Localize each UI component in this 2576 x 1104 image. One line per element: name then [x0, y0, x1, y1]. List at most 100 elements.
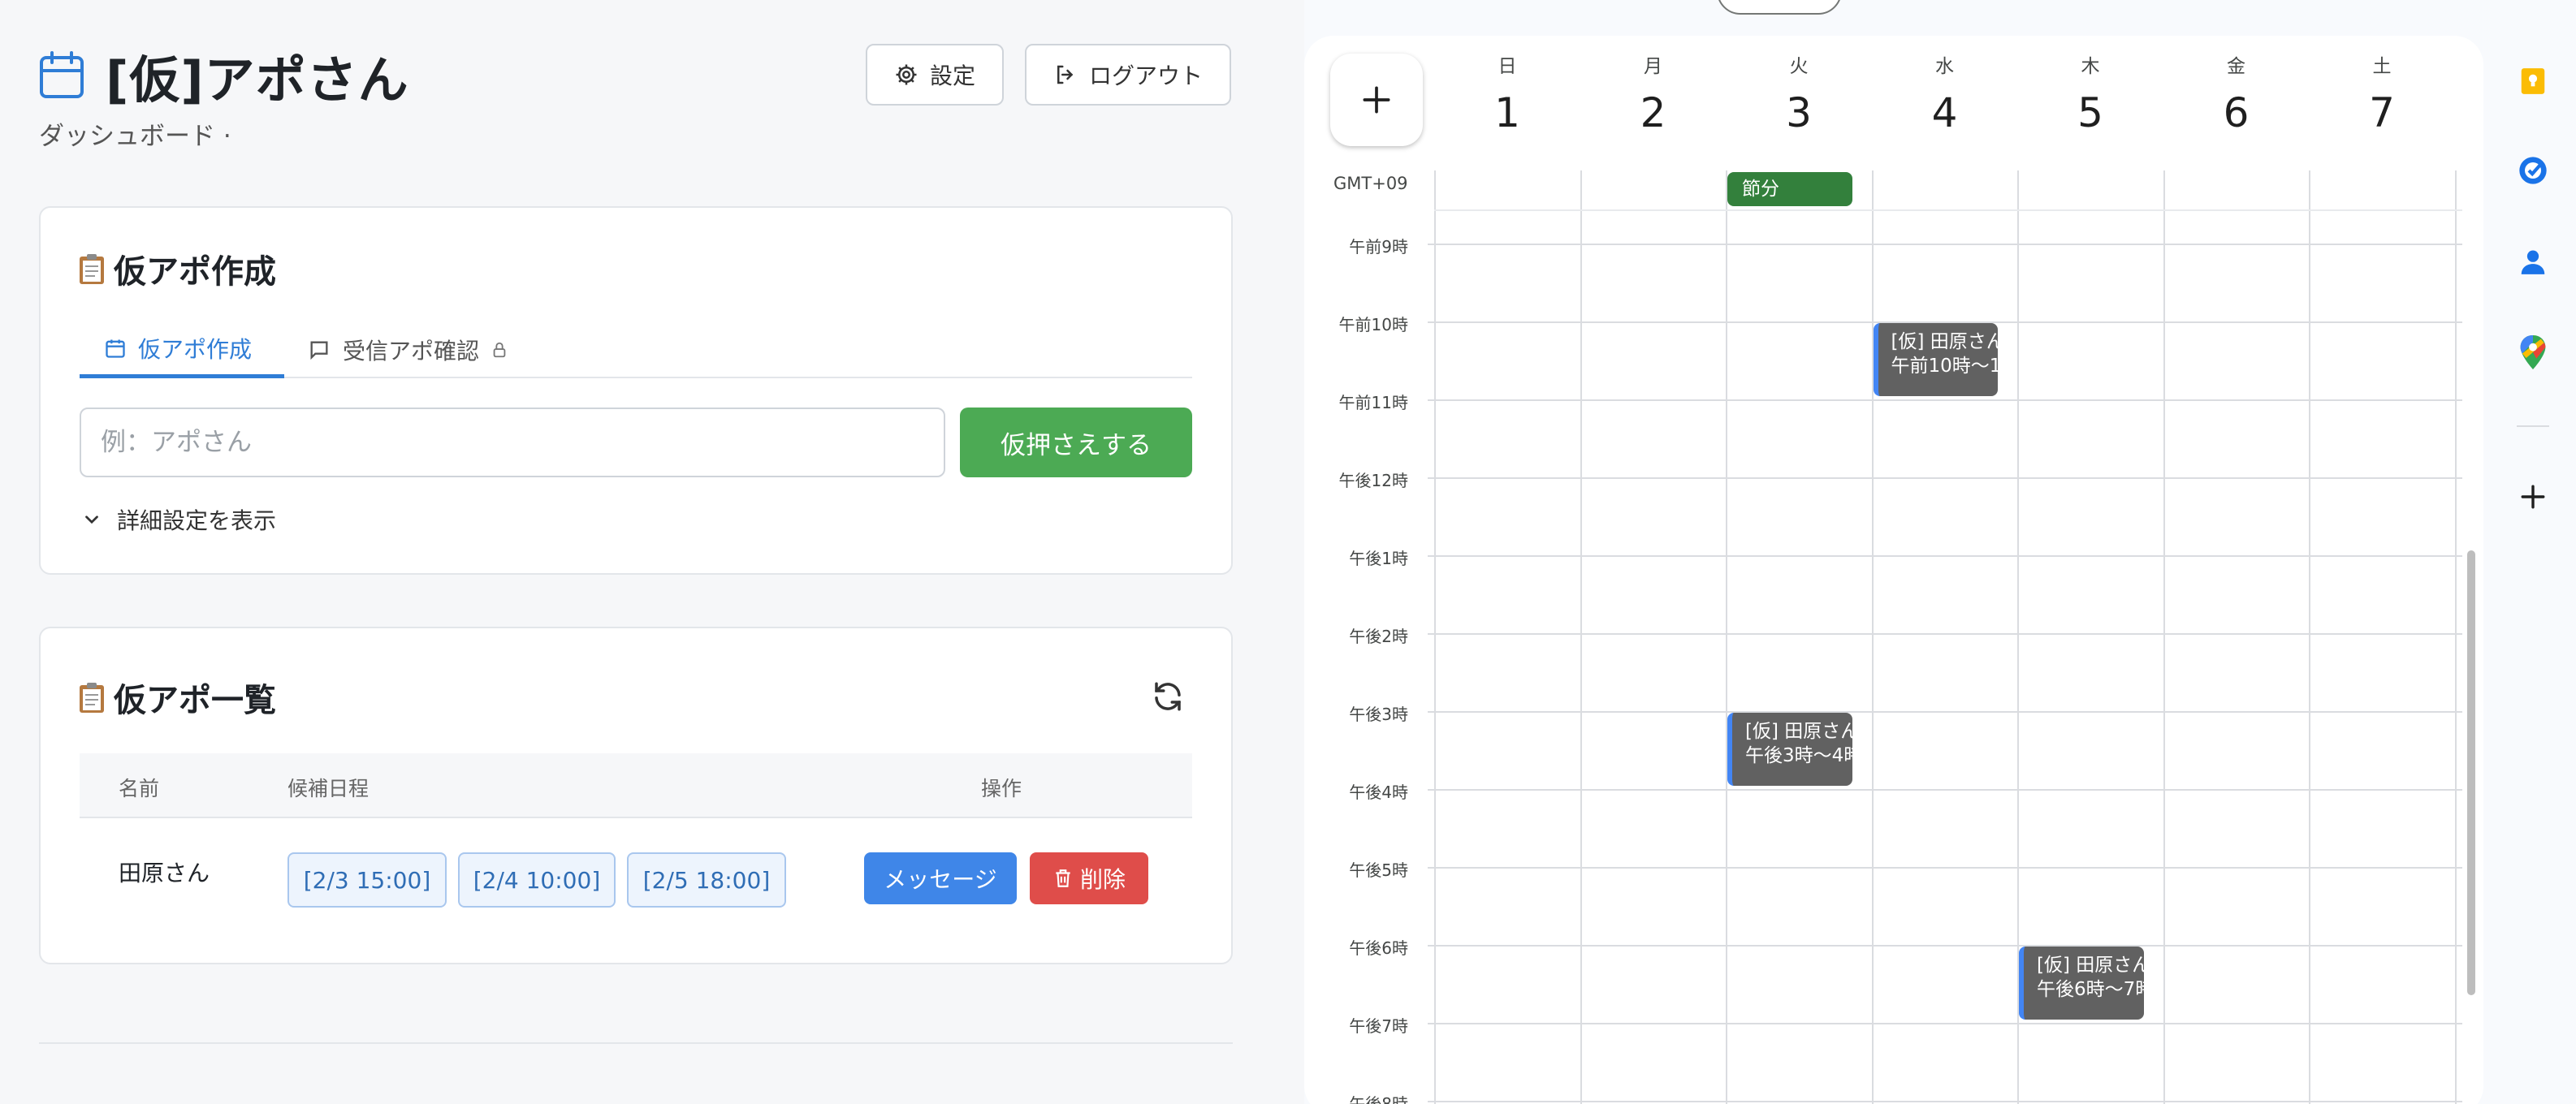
message-button[interactable]: メッセージ — [864, 852, 1017, 904]
calendar-area: 日1月2火3水4木5金6土7 GMT+09 午前9時 午前10時 午前11時 午後12… — [1304, 0, 2547, 1104]
hour-line — [1428, 789, 2462, 791]
all-day-divider — [1434, 209, 2462, 211]
scrollbar[interactable] — [2467, 550, 2475, 995]
message-icon — [310, 341, 328, 360]
dashboard-panel: [仮]アポさん ダッシュボード · 設定 ログアウト 仮アポ作成 仮アポ作成 受… — [0, 0, 1234, 1104]
day-of-week: 木 — [2081, 56, 2100, 77]
reserve-button[interactable]: 仮押さえする — [960, 408, 1192, 477]
delete-label: 削除 — [1079, 866, 1126, 893]
advanced-settings-label: 詳細設定を表示 — [117, 507, 277, 534]
hour-label: 午後3時 — [1349, 705, 1408, 724]
create-event-button[interactable] — [1330, 54, 1423, 146]
col-name: 名前 — [119, 777, 160, 800]
hour-label: 午前10時 — [1338, 315, 1408, 334]
hour-label: 午前11時 — [1338, 393, 1408, 412]
slot-chip[interactable]: [2/4 10:00] — [458, 852, 616, 908]
day-column-line — [2309, 170, 2310, 1104]
tab-inbox[interactable]: 受信アポ確認 — [307, 321, 551, 378]
day-header[interactable]: 金6 — [2163, 50, 2310, 136]
refresh-button[interactable] — [1145, 674, 1191, 719]
day-header[interactable]: 日1 — [1434, 50, 1580, 136]
logout-button[interactable]: ログアウト — [1025, 44, 1231, 106]
day-number[interactable]: 3 — [1726, 89, 1872, 136]
day-header[interactable]: 木5 — [2017, 50, 2163, 136]
list-card-title: 仮アポ一覧 — [78, 674, 276, 721]
day-of-week: 土 — [2372, 56, 2392, 77]
hour-line — [1428, 555, 2462, 557]
hour-line — [1428, 477, 2462, 479]
refresh-icon — [1155, 682, 1181, 711]
day-of-week: 火 — [1789, 56, 1809, 77]
day-number[interactable]: 4 — [1872, 89, 2018, 136]
day-header[interactable]: 火3 — [1726, 50, 1872, 136]
clipboard-icon — [80, 254, 104, 284]
name-input[interactable] — [80, 408, 945, 477]
advanced-settings-toggle[interactable]: 詳細設定を表示 — [81, 503, 276, 536]
chevron-down-icon — [85, 515, 98, 524]
all-day-event[interactable]: 節分 — [1727, 172, 1852, 206]
day-column-line — [2454, 170, 2457, 1104]
calendar-event[interactable]: [仮] 田原さん午前10時〜11 — [1873, 323, 1999, 396]
table-row: 田原さん [2/3 15:00] [2/4 10:00] [2/5 18:00]… — [80, 818, 1192, 927]
day-column-line — [1871, 170, 1874, 1104]
day-number[interactable]: 5 — [2017, 89, 2163, 136]
col-slots: 候補日程 — [287, 777, 370, 800]
day-column-line — [1434, 170, 1436, 1104]
side-divider — [2517, 425, 2549, 427]
calendar-icon — [106, 339, 125, 358]
lock-icon — [493, 342, 506, 358]
add-icon[interactable] — [2517, 481, 2549, 513]
event-time: 午後3時〜4時 — [1745, 745, 1852, 766]
delete-button[interactable]: 削除 — [1030, 852, 1148, 904]
hour-label: 午後1時 — [1349, 549, 1408, 568]
footer-divider — [39, 1042, 1233, 1044]
page-subtitle: ダッシュボード · — [39, 122, 231, 151]
side-panel — [2490, 0, 2576, 1104]
hour-line — [1428, 633, 2462, 635]
hour-label: 午後8時 — [1349, 1094, 1408, 1104]
hour-label: 午後6時 — [1349, 938, 1408, 958]
day-column-line — [1726, 170, 1727, 1104]
logout-label: ログアウト — [1088, 63, 1203, 89]
tab-create-label: 仮アポ作成 — [138, 335, 253, 363]
row-name: 田原さん — [119, 860, 210, 886]
day-number[interactable]: 7 — [2309, 89, 2455, 136]
hour-label: 午後12時 — [1338, 471, 1408, 490]
settings-button[interactable]: 設定 — [866, 44, 1004, 106]
create-card-title: 仮アポ作成 — [78, 245, 276, 292]
calendar-week-view: 日1月2火3水4木5金6土7 GMT+09 午前9時 午前10時 午前11時 午後12… — [1304, 36, 2483, 1104]
slot-chip[interactable]: [2/5 18:00] — [627, 852, 786, 908]
tab-inbox-label: 受信アポ確認 — [343, 338, 480, 364]
calendar-event[interactable]: [仮] 田原さん 午後3時〜4時 — [1727, 713, 1852, 786]
tab-bar: 仮アポ作成 受信アポ確認 — [80, 321, 1192, 378]
event-title: [仮] 田原さん — [1891, 331, 1999, 352]
day-number[interactable]: 1 — [1434, 89, 1580, 136]
day-column-line — [2163, 170, 2165, 1104]
tasks-icon[interactable] — [2517, 154, 2549, 187]
hour-line — [1428, 711, 2462, 713]
top-pill[interactable] — [1717, 0, 1842, 15]
day-header[interactable]: 水4 — [1872, 50, 2018, 136]
plus-icon — [1363, 86, 1390, 114]
maps-icon[interactable] — [2517, 335, 2549, 369]
hour-line — [1428, 399, 2462, 401]
gear-icon — [896, 64, 917, 85]
hour-line — [1428, 945, 2462, 947]
create-card: 仮アポ作成 仮アポ作成 受信アポ確認 仮押さえする — [39, 206, 1233, 575]
slot-chip[interactable]: [2/3 15:00] — [287, 852, 447, 908]
calendar-event[interactable]: [仮] 田原さん 午後6時〜7時 — [2019, 947, 2144, 1020]
tab-create[interactable]: 仮アポ作成 — [80, 321, 284, 378]
trash-icon — [1056, 869, 1070, 887]
event-time: 午後6時〜7時 — [2037, 979, 2144, 1000]
contacts-icon[interactable] — [2517, 245, 2549, 278]
hour-line — [1428, 867, 2462, 869]
hour-line — [1428, 244, 2462, 245]
keep-icon[interactable] — [2517, 65, 2549, 97]
table-header: 名前 候補日程 操作 — [80, 753, 1192, 818]
event-time: 午前10時〜11 — [1891, 356, 1999, 377]
day-header[interactable]: 月2 — [1580, 50, 1727, 136]
day-number[interactable]: 6 — [2163, 89, 2310, 136]
day-of-week: 金 — [2227, 56, 2245, 77]
day-header[interactable]: 土7 — [2309, 50, 2455, 136]
day-number[interactable]: 2 — [1580, 89, 1727, 136]
